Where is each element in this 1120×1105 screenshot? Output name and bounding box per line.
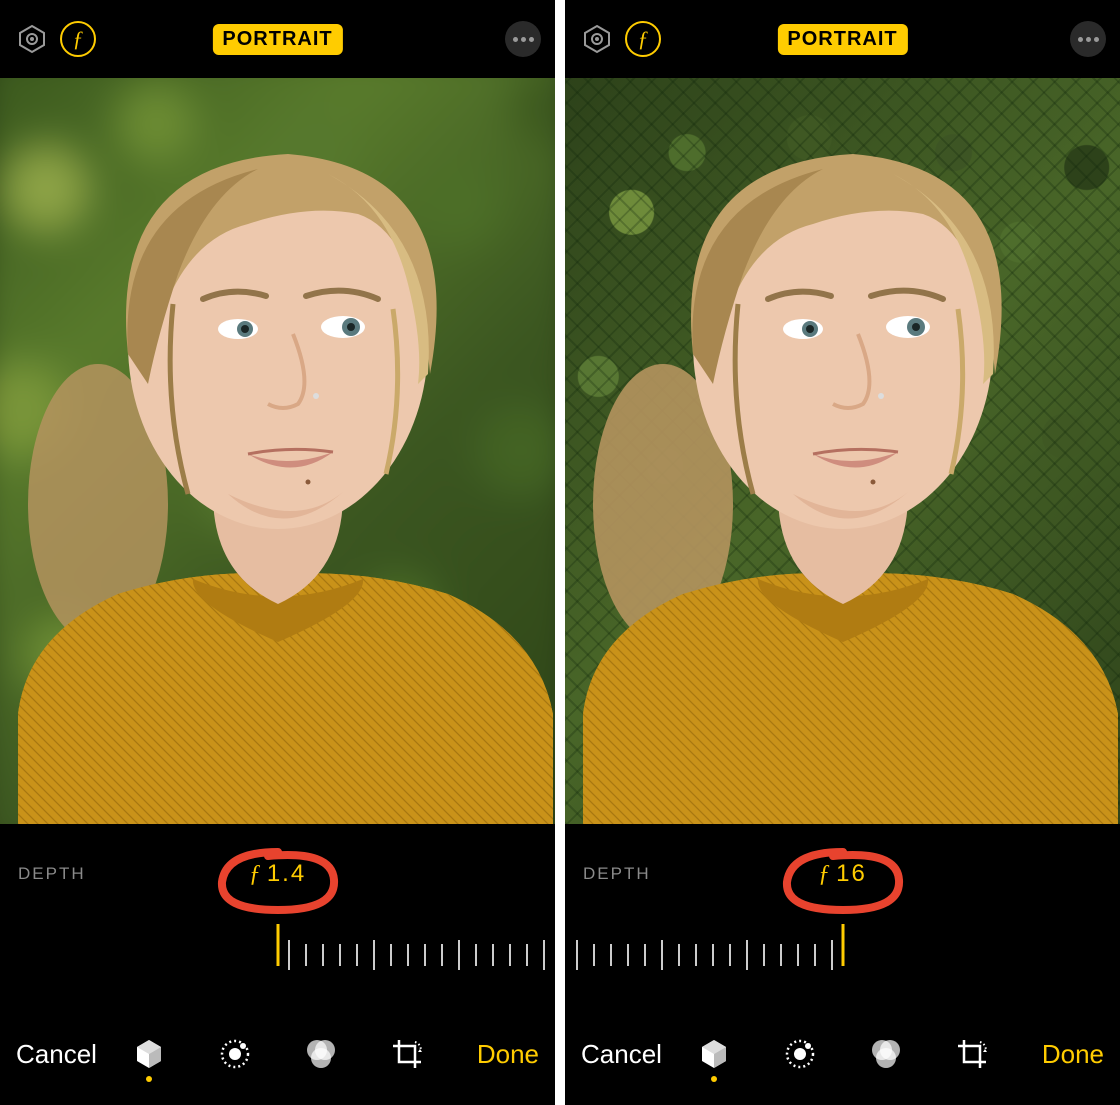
slider-ticks	[288, 944, 545, 966]
tool-icons	[129, 1032, 427, 1076]
filters-tool[interactable]	[301, 1032, 341, 1076]
depth-slider-row	[565, 924, 1120, 1004]
photo-subject	[565, 78, 1120, 824]
depth-label: DEPTH	[18, 864, 86, 884]
f-value-display: ƒ16	[818, 860, 867, 888]
f-stop-icon[interactable]: ƒ	[60, 21, 96, 57]
top-bar: ƒ PORTRAIT	[0, 0, 555, 78]
f-value-display: ƒ1.4	[249, 860, 306, 888]
depth-label: DEPTH	[583, 864, 651, 884]
more-icon	[1078, 37, 1083, 42]
f-stop-icon[interactable]: ƒ	[625, 21, 661, 57]
editor-pane-right: ƒ PORTRAIT	[565, 0, 1120, 1105]
slider-indicator	[276, 924, 279, 966]
tool-icons	[694, 1032, 992, 1076]
depth-row: DEPTH ƒ1.4	[0, 824, 555, 924]
portrait-lighting-tool[interactable]	[129, 1032, 169, 1076]
cancel-button[interactable]: Cancel	[16, 1039, 97, 1070]
bottom-toolbar: Cancel Done	[565, 1004, 1120, 1104]
crop-tool[interactable]	[387, 1032, 427, 1076]
top-bar: ƒ PORTRAIT	[565, 0, 1120, 78]
adjust-tool[interactable]	[215, 1032, 255, 1076]
portrait-lighting-tool[interactable]	[694, 1032, 734, 1076]
depth-row: DEPTH ƒ16	[565, 824, 1120, 924]
slider-ticks	[576, 944, 833, 966]
done-button[interactable]: Done	[1042, 1039, 1104, 1070]
depth-slider[interactable]	[703, 924, 983, 984]
lighting-hex-icon[interactable]	[579, 21, 615, 57]
mode-badge[interactable]: PORTRAIT	[212, 24, 342, 55]
lighting-hex-icon[interactable]	[14, 21, 50, 57]
photo-preview[interactable]	[565, 78, 1120, 824]
done-button[interactable]: Done	[477, 1039, 539, 1070]
depth-slider-row	[0, 924, 555, 1004]
f-stop-glyph: ƒ	[73, 26, 84, 52]
depth-slider[interactable]	[138, 924, 418, 984]
more-icon	[513, 37, 518, 42]
f-stop-glyph: ƒ	[638, 26, 649, 52]
filters-tool[interactable]	[866, 1032, 906, 1076]
slider-indicator	[841, 924, 844, 966]
active-indicator-dot	[146, 1076, 152, 1082]
adjust-tool[interactable]	[780, 1032, 820, 1076]
photo-subject	[0, 78, 555, 824]
crop-tool[interactable]	[952, 1032, 992, 1076]
photo-preview[interactable]	[0, 78, 555, 824]
more-button[interactable]	[505, 21, 541, 57]
cancel-button[interactable]: Cancel	[581, 1039, 662, 1070]
editor-pane-left: ƒ PORTRAIT	[0, 0, 555, 1105]
bottom-toolbar: Cancel Done	[0, 1004, 555, 1104]
more-button[interactable]	[1070, 21, 1106, 57]
active-indicator-dot	[711, 1076, 717, 1082]
mode-badge[interactable]: PORTRAIT	[777, 24, 907, 55]
